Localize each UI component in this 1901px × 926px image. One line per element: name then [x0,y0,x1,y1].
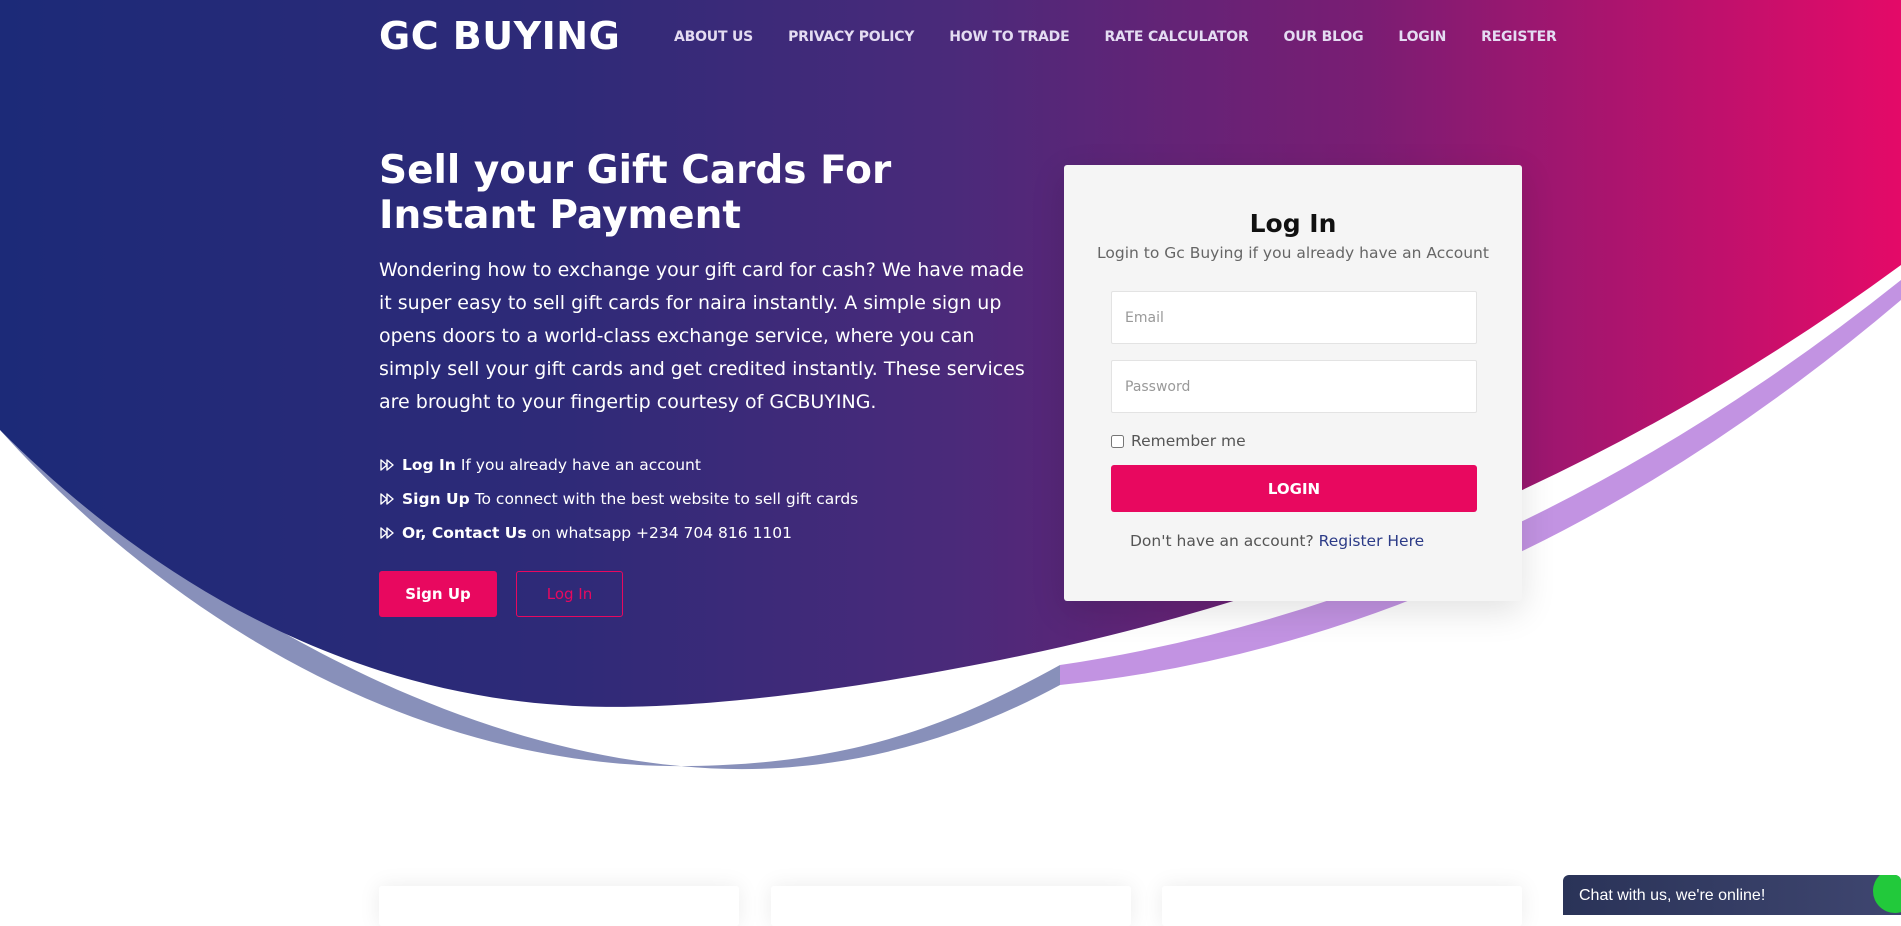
main-nav: ABOUT US PRIVACY POLICY HOW TO TRADE RAT… [674,26,1557,48]
register-link[interactable]: Register Here [1319,532,1425,550]
feature-contact: Or, Contact Us on whatsapp +234 704 816 … [379,516,858,550]
feature-signup-label: Sign Up [402,490,470,508]
feature-login: Log In If you already have an account [379,448,858,482]
nav-how-to-trade[interactable]: HOW TO TRADE [949,26,1069,48]
email-field[interactable] [1111,291,1477,344]
register-prompt: Don't have an account? Register Here [1130,532,1424,550]
remember-me[interactable]: Remember me [1111,432,1246,450]
info-card-2 [771,886,1131,926]
nav-register[interactable]: REGISTER [1481,26,1557,48]
double-chevron-right-icon [380,493,394,505]
online-status-icon [1873,875,1901,913]
double-chevron-right-icon [380,527,394,539]
password-field[interactable] [1111,360,1477,413]
hero-title: Sell your Gift Cards For Instant Payment [379,148,892,238]
login-card-subtitle: Login to Gc Buying if you already have a… [1097,244,1489,262]
info-card-3 [1162,886,1522,926]
hero-background [0,0,1901,915]
chat-widget[interactable]: Chat with us, we're online! [1563,875,1901,915]
remember-me-label: Remember me [1131,432,1246,450]
feature-login-text: If you already have an account [460,456,701,474]
double-chevron-right-icon [380,459,394,471]
signup-button[interactable]: Sign Up [379,571,497,617]
feature-list: Log In If you already have an account Si… [379,448,858,550]
nav-privacy-policy[interactable]: PRIVACY POLICY [788,26,914,48]
hero-description: Wondering how to exchange your gift card… [379,259,1025,413]
chat-label: Chat with us, we're online! [1579,887,1766,904]
login-card-title: Log In [1249,209,1337,238]
feature-signup-text: To connect with the best website to sell… [474,490,859,508]
nav-about-us[interactable]: ABOUT US [674,26,753,48]
login-card: Log In Login to Gc Buying if you already… [1064,165,1522,601]
brand-logo[interactable]: GC BUYING [379,12,620,60]
remember-me-checkbox[interactable] [1111,434,1124,448]
nav-our-blog[interactable]: OUR BLOG [1284,26,1364,48]
nav-login[interactable]: LOGIN [1398,26,1446,48]
hero-login-button[interactable]: Log In [516,571,623,617]
feature-login-label: Log In [402,456,456,474]
nav-rate-calculator[interactable]: RATE CALCULATOR [1104,26,1248,48]
feature-contact-text: on whatsapp +234 704 816 1101 [531,524,793,542]
feature-contact-label: Or, Contact Us [402,524,527,542]
info-card-1 [379,886,739,926]
register-prompt-text: Don't have an account? [1130,532,1314,550]
feature-signup: Sign Up To connect with the best website… [379,482,858,516]
login-submit-button[interactable]: LOGIN [1111,465,1477,512]
